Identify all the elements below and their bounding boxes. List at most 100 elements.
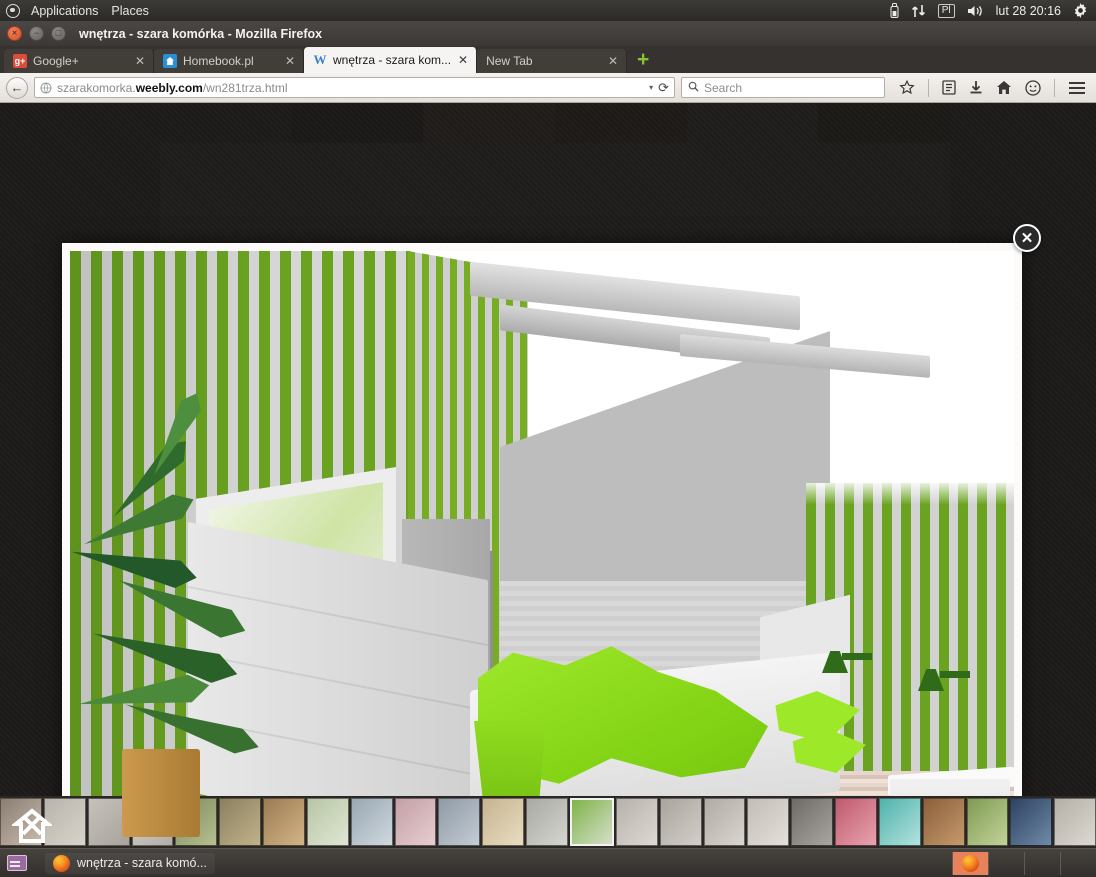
tab-google-plus[interactable]: g+ Google+ ✕ — [4, 49, 154, 73]
url-bar[interactable]: szarakomorka.weebly.com/wn281trza.html ▾… — [34, 77, 675, 98]
thumbnail-12[interactable] — [526, 798, 568, 846]
gplus-icon: g+ — [13, 54, 27, 68]
lamp-arm — [842, 653, 872, 660]
back-button[interactable]: ← — [6, 76, 28, 99]
reader-list-icon[interactable] — [942, 80, 956, 95]
url-domain: weebly.com — [135, 80, 203, 95]
workspace-2[interactable] — [988, 851, 1024, 875]
thumbnail-7[interactable] — [306, 798, 349, 846]
menu-hamburger-icon[interactable] — [1068, 81, 1086, 95]
window-close-glyph: × — [11, 27, 18, 39]
thumbnail-21[interactable] — [922, 798, 965, 846]
weebly-icon: W — [313, 52, 327, 67]
close-icon[interactable]: ✕ — [1013, 224, 1041, 252]
lamp-arm — [940, 671, 970, 678]
toolbar-icons — [891, 78, 1090, 97]
window-title: wnętrza - szara komórka - Mozilla Firefo… — [79, 26, 323, 41]
tab-wnetrza-szara-komorka[interactable]: W wnętrza - szara kom... ✕ — [304, 47, 478, 73]
thumbnail-23[interactable] — [1010, 798, 1053, 846]
url-path: /wn281trza.html — [202, 80, 288, 95]
menu-places[interactable]: Places — [109, 4, 151, 18]
thumbnail-15[interactable] — [659, 798, 702, 846]
window-close-button[interactable]: × — [7, 26, 22, 41]
taskbar-item-label: wnętrza - szara komó... — [77, 856, 207, 870]
workspace-3[interactable] — [1024, 851, 1060, 875]
navigation-toolbar: ← szarakomorka.weebly.com/wn281trza.html… — [0, 73, 1096, 103]
toolbar-divider — [1054, 78, 1055, 97]
window-minimize-button[interactable]: − — [29, 26, 44, 41]
thumbnail-20[interactable] — [878, 798, 921, 846]
tab-close-icon[interactable]: ✕ — [284, 55, 296, 67]
home-logo-icon[interactable] — [10, 806, 54, 846]
firefox-icon — [962, 854, 979, 872]
thumbnail-14[interactable] — [615, 798, 658, 846]
tab-label: wnętrza - szara kom... — [333, 53, 452, 67]
plant-pot — [122, 749, 200, 837]
bookmark-star-icon[interactable] — [899, 79, 915, 96]
thumbnail-8[interactable] — [350, 798, 393, 846]
screen: Applications Places Pl lut 28 20:16 × − … — [0, 0, 1096, 877]
taskbar: wnętrza - szara komó... — [0, 848, 1096, 877]
window-minimize-glyph: − — [33, 28, 40, 38]
bedroom-render — [70, 251, 1014, 837]
tab-label: Google+ — [33, 54, 79, 68]
reload-icon[interactable]: ⟳ — [658, 80, 669, 96]
window-maximize-glyph: □ — [55, 28, 62, 38]
thumbnail-9[interactable] — [394, 798, 437, 846]
search-input[interactable]: Search — [681, 77, 885, 98]
tab-new-tab[interactable]: New Tab ✕ — [477, 49, 628, 73]
lightbox-dialog: ✕ — [62, 224, 1041, 848]
toolbar-divider — [928, 78, 929, 97]
search-icon — [688, 81, 699, 95]
downloads-icon[interactable] — [969, 80, 983, 95]
firefox-window: × − □ wnętrza - szara komórka - Mozilla … — [0, 21, 1096, 103]
clock[interactable]: lut 28 20:16 — [996, 4, 1061, 18]
chevron-down-icon[interactable]: ▾ — [649, 83, 653, 92]
tab-homebook[interactable]: Homebook.pl ✕ — [154, 49, 304, 73]
menu-applications[interactable]: Applications — [29, 4, 100, 18]
thumbnail-11[interactable] — [482, 798, 525, 846]
taskbar-item-firefox[interactable]: wnętrza - szara komó... — [45, 852, 215, 874]
workspace-switcher — [952, 849, 1096, 877]
panel-menus: Applications Places — [0, 3, 151, 18]
battery-icon[interactable] — [890, 3, 899, 18]
gnome-top-panel: Applications Places Pl lut 28 20:16 — [0, 0, 1096, 21]
tab-strip: g+ Google+ ✕ Homebook.pl ✕ W wnętrza - s… — [0, 46, 1096, 73]
window-maximize-button[interactable]: □ — [51, 26, 66, 41]
home-icon — [163, 54, 177, 68]
thumbnail-19[interactable] — [835, 798, 877, 846]
workspace-4[interactable] — [1060, 851, 1096, 875]
url-text: szarakomorka.weebly.com/wn281trza.html — [57, 81, 644, 95]
tab-close-icon[interactable]: ✕ — [134, 55, 146, 67]
firefox-icon — [53, 854, 70, 872]
window-titlebar: × − □ wnętrza - szara komórka - Mozilla … — [0, 21, 1096, 46]
ubuntu-logo-icon[interactable] — [6, 3, 20, 18]
thumbnail-16[interactable] — [703, 798, 746, 846]
gear-icon[interactable] — [1073, 3, 1088, 18]
thumbnail-6[interactable] — [263, 798, 305, 846]
lightbox-image[interactable] — [70, 251, 1014, 837]
workspace-1[interactable] — [952, 851, 988, 875]
network-updown-icon[interactable] — [911, 4, 926, 18]
thumbnail-17[interactable] — [747, 798, 790, 846]
url-prefix: szarakomorka. — [57, 80, 136, 95]
search-placeholder: Search — [704, 80, 743, 95]
system-tray: Pl lut 28 20:16 — [890, 3, 1096, 18]
thumbnail-5[interactable] — [219, 798, 262, 846]
globe-icon — [40, 82, 52, 94]
thumbnail-18[interactable] — [791, 798, 834, 846]
tab-close-icon[interactable]: ✕ — [607, 55, 619, 67]
thumbnail-10[interactable] — [438, 798, 481, 846]
thumbnail-22[interactable] — [966, 798, 1009, 846]
pocket-icon[interactable] — [1025, 79, 1041, 96]
web-page: ✕ — [0, 103, 1096, 848]
tab-label: Homebook.pl — [183, 54, 254, 68]
keyboard-layout-indicator[interactable]: Pl — [937, 3, 955, 18]
thumbnail-13[interactable] — [569, 798, 614, 846]
volume-icon[interactable] — [967, 4, 984, 18]
tab-close-icon[interactable]: ✕ — [457, 54, 469, 66]
home-icon[interactable] — [996, 80, 1012, 95]
show-desktop-icon[interactable] — [7, 855, 27, 871]
thumbnail-24[interactable] — [1054, 798, 1096, 846]
new-tab-button[interactable]: + — [633, 49, 653, 71]
